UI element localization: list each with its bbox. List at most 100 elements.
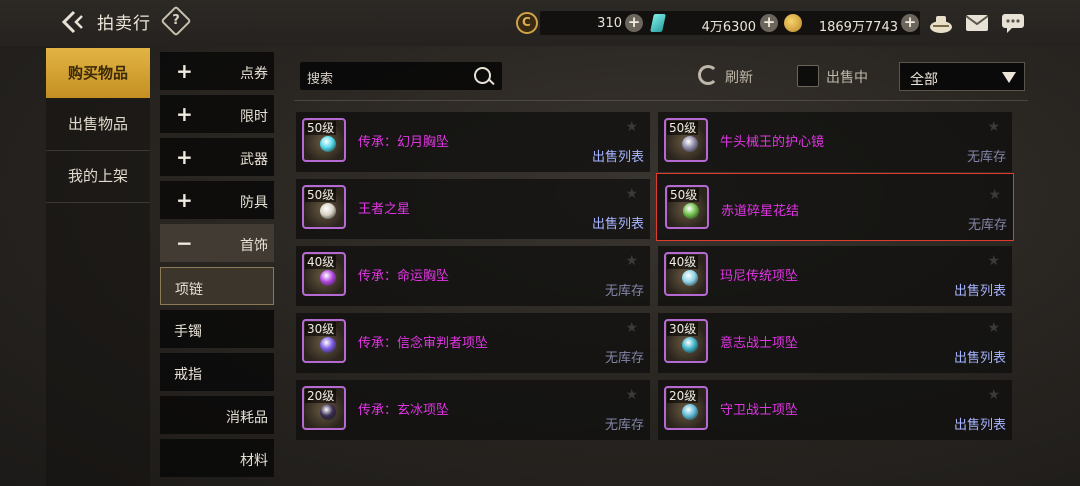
item-status[interactable]: 出售列表 [954, 414, 1006, 433]
item-level-badge: 50级 [668, 188, 700, 202]
subcategory-weapon[interactable]: + 武器 [160, 138, 274, 176]
item-gem-icon [320, 136, 336, 152]
item-card[interactable]: 50级 牛头械王的护心镜 ★ 无库存 [658, 112, 1012, 172]
item-name: 传承：玄冰项坠 [358, 403, 450, 418]
add-gold-button[interactable]: + [901, 14, 919, 32]
favorite-star-icon[interactable]: ★ [625, 186, 638, 202]
refresh-icon[interactable] [698, 65, 718, 85]
item-status[interactable]: 出售列表 [954, 347, 1006, 366]
category-sell-items[interactable]: 出售物品 [46, 99, 150, 149]
favorite-star-icon[interactable]: ★ [625, 119, 638, 135]
item-card[interactable]: 20级 传承：玄冰项坠 ★ 无库存 [296, 380, 650, 440]
search-icon[interactable] [474, 67, 491, 84]
add-gem-button[interactable]: + [760, 14, 778, 32]
item-thumbnail: 50级 [302, 118, 346, 162]
filter-dropdown[interactable]: 全部 [899, 62, 1025, 91]
item-name: 牛头械王的护心镜 [720, 135, 825, 150]
subcategory-armor[interactable]: + 防具 [160, 181, 274, 219]
add-coupon-button[interactable]: + [625, 14, 643, 32]
page-title: 拍卖行 [97, 14, 151, 34]
item-name: 王者之星 [358, 202, 411, 217]
leaf-bracelet[interactable]: 手镯 [160, 310, 274, 348]
subcategory-label: 限时 [240, 109, 268, 125]
chat-icon[interactable] [1000, 12, 1026, 34]
favorite-star-icon[interactable]: ★ [987, 253, 1000, 269]
refresh-button[interactable]: 刷新 [725, 67, 753, 87]
item-gem-icon [682, 337, 698, 353]
coupon-amount: 310 [597, 16, 622, 31]
mail-icon[interactable] [964, 12, 990, 34]
help-button[interactable]: ? [160, 5, 192, 37]
item-name: 传承：信念审判者项坠 [358, 336, 489, 351]
back-arrow-icon[interactable] [60, 8, 90, 36]
leaf-label: 戒指 [174, 367, 202, 383]
favorite-star-icon[interactable]: ★ [987, 387, 1000, 403]
item-status: 无库存 [604, 351, 644, 366]
favorite-star-icon[interactable]: ★ [625, 387, 638, 403]
item-status[interactable]: 出售列表 [592, 213, 644, 232]
item-status: 无库存 [604, 418, 644, 433]
favorite-star-icon[interactable]: ★ [625, 253, 638, 269]
item-thumbnail: 20级 [664, 386, 708, 430]
item-status: 无库存 [967, 218, 1007, 233]
item-status[interactable]: 出售列表 [592, 146, 644, 165]
item-status: 无库存 [604, 284, 644, 299]
category-divider [46, 202, 150, 203]
item-thumbnail: 40级 [302, 252, 346, 296]
subcategory-material[interactable]: 材料 [160, 439, 274, 477]
item-card[interactable]: 50级 王者之星 ★ 出售列表 [296, 179, 650, 239]
gold-coin-icon [784, 14, 802, 32]
favorite-star-icon[interactable]: ★ [988, 187, 1001, 203]
item-thumbnail: 50级 [665, 185, 709, 229]
item-card[interactable]: 20级 守卫战士项坠 ★ 出售列表 [658, 380, 1012, 440]
item-thumbnail: 50级 [302, 185, 346, 229]
category-buy-items[interactable]: 购买物品 [46, 48, 150, 98]
top-bar: 拍卖行 ? 310 + 4万6300 + 1869万7743 + [0, 0, 1080, 46]
category-sidebar: 购买物品 出售物品 我的上架 [46, 48, 150, 486]
item-name: 意志战士项坠 [720, 336, 799, 351]
leaf-label: 手镯 [174, 324, 202, 340]
subcategory-label: 防具 [240, 195, 268, 211]
leaf-necklace[interactable]: 项链 [160, 267, 274, 305]
item-card[interactable]: 40级 传承：命运胸坠 ★ 无库存 [296, 246, 650, 306]
item-level-badge: 40级 [305, 255, 337, 269]
leaf-label: 材料 [240, 453, 268, 469]
item-card[interactable]: 30级 传承：信念审判者项坠 ★ 无库存 [296, 313, 650, 373]
item-name: 传承：命运胸坠 [358, 269, 450, 284]
item-gem-icon [320, 203, 336, 219]
item-card[interactable]: 30级 意志战士项坠 ★ 出售列表 [658, 313, 1012, 373]
on-sale-checkbox[interactable] [797, 65, 819, 87]
item-level-badge: 50级 [667, 121, 699, 135]
on-sale-label: 出售中 [826, 70, 868, 86]
favorite-star-icon[interactable]: ★ [987, 320, 1000, 336]
collapse-minus-icon: − [176, 231, 193, 255]
bag-icon[interactable] [928, 12, 954, 34]
subcategory-limited[interactable]: + 限时 [160, 95, 274, 133]
item-status[interactable]: 出售列表 [954, 280, 1006, 299]
expand-plus-icon: + [176, 59, 193, 83]
filter-selected-value: 全部 [910, 72, 938, 88]
favorite-star-icon[interactable]: ★ [987, 119, 1000, 135]
subcategory-coupon[interactable]: + 点券 [160, 52, 274, 90]
question-icon: ? [172, 13, 180, 28]
favorite-star-icon[interactable]: ★ [625, 320, 638, 336]
dropdown-arrow-icon [1002, 72, 1016, 83]
item-card[interactable]: 50级 传承：幻月胸坠 ★ 出售列表 [296, 112, 650, 172]
subcategory-label: 点券 [240, 66, 268, 82]
gold-amount: 1869万7743 [818, 20, 898, 35]
item-gem-icon [320, 404, 336, 420]
subcategory-consumable[interactable]: 消耗品 [160, 396, 274, 434]
item-thumbnail: 40级 [664, 252, 708, 296]
item-gem-icon [683, 203, 699, 219]
category-my-listings[interactable]: 我的上架 [46, 151, 150, 201]
item-level-badge: 20级 [667, 389, 699, 403]
item-card-highlighted[interactable]: 50级 赤道碎星花结 ★ 无库存 [656, 173, 1014, 241]
item-level-badge: 30级 [667, 322, 699, 336]
item-card[interactable]: 40级 玛尼传统项坠 ★ 出售列表 [658, 246, 1012, 306]
leaf-ring[interactable]: 戒指 [160, 353, 274, 391]
subcategory-accessory[interactable]: − 首饰 [160, 224, 274, 262]
item-name: 守卫战士项坠 [720, 403, 799, 418]
search-input[interactable]: 搜索 [300, 62, 502, 90]
item-thumbnail: 30级 [302, 319, 346, 363]
item-name: 玛尼传统项坠 [720, 269, 799, 284]
